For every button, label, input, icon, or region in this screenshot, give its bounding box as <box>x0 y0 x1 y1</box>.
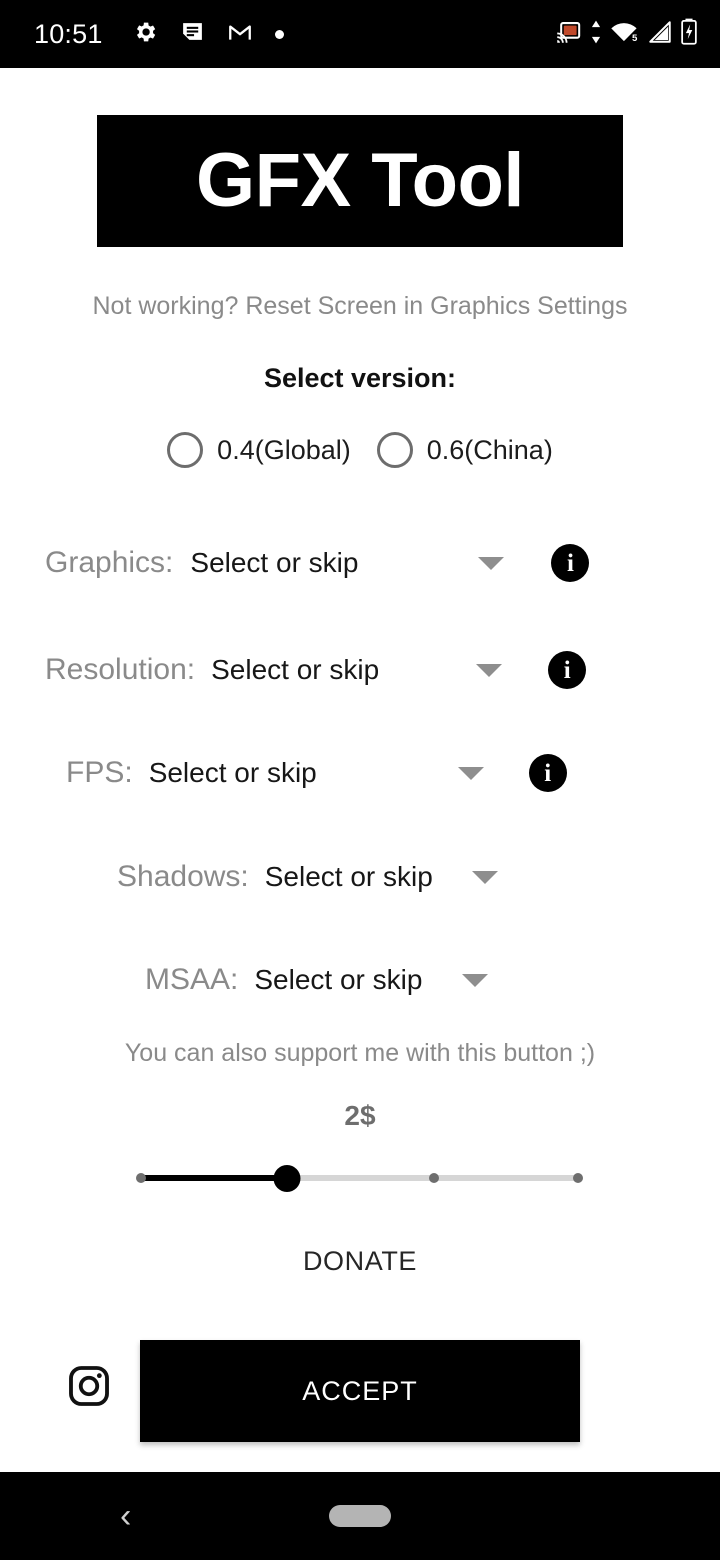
chevron-down-icon[interactable] <box>457 766 484 780</box>
version-radio-group: 0.4(Global) 0.6(China) <box>0 432 720 468</box>
chevron-down-icon[interactable] <box>462 973 489 987</box>
slider-track-fill <box>141 1175 287 1181</box>
gear-icon <box>132 19 158 50</box>
battery-charging-icon <box>680 18 698 50</box>
donate-amount-label: 2$ <box>344 1100 376 1131</box>
version-option-global[interactable]: 0.4(Global) <box>167 432 351 468</box>
gmail-icon <box>227 19 253 50</box>
signal-icon <box>647 19 673 50</box>
chevron-down-icon[interactable] <box>478 556 505 570</box>
setting-dropdown-graphics[interactable]: Select or skip <box>190 547 358 579</box>
info-icon-resolution[interactable]: i <box>548 651 587 689</box>
wifi-icon: 5 <box>610 19 640 50</box>
setting-row-shadows: Shadows: Select or skip <box>117 850 498 904</box>
back-icon[interactable]: ‹ <box>120 1499 131 1533</box>
setting-label-fps: FPS: <box>66 756 133 789</box>
setting-dropdown-msaa[interactable]: Select or skip <box>254 964 422 996</box>
info-icon-graphics[interactable]: i <box>551 544 590 582</box>
slider-tick[interactable] <box>573 1173 583 1183</box>
svg-text:5: 5 <box>632 33 638 44</box>
status-bar-clock: 10:51 <box>34 18 103 49</box>
status-bar-notification-icons <box>132 19 284 50</box>
slider-tick[interactable] <box>429 1173 439 1183</box>
slider-tick[interactable] <box>136 1173 146 1183</box>
android-nav-bar: ‹ <box>0 1472 720 1560</box>
instagram-icon[interactable] <box>66 1363 112 1409</box>
version-option-global-label: 0.4(Global) <box>217 434 351 465</box>
setting-row-fps: FPS: Select or skip i <box>66 746 567 800</box>
setting-dropdown-shadows[interactable]: Select or skip <box>265 861 433 893</box>
setting-label-resolution: Resolution: <box>45 653 196 686</box>
version-option-china[interactable]: 0.6(China) <box>376 432 553 468</box>
notes-icon <box>180 19 205 49</box>
app-logo-banner: GFX Tool <box>97 115 623 247</box>
chevron-down-icon[interactable] <box>471 870 498 884</box>
select-version-heading: Select version: <box>263 363 457 393</box>
donate-hint-text: You can also support me with this button… <box>124 1039 596 1067</box>
cast-icon <box>555 18 582 50</box>
version-option-china-label: 0.6(China) <box>426 434 553 465</box>
setting-label-graphics: Graphics: <box>45 546 174 579</box>
home-pill-icon[interactable] <box>329 1505 391 1527</box>
data-transfer-icon <box>589 19 603 50</box>
dot-icon <box>274 29 284 39</box>
donate-amount-slider[interactable] <box>136 1163 583 1193</box>
setting-dropdown-fps[interactable]: Select or skip <box>149 757 317 789</box>
reset-hint-text: Not working? Reset Screen in Graphics Se… <box>92 292 628 320</box>
setting-label-msaa: MSAA: <box>145 963 239 996</box>
radio-button-china[interactable] <box>376 432 413 468</box>
setting-row-resolution: Resolution: Select or skip i <box>45 643 587 697</box>
slider-thumb[interactable] <box>273 1165 301 1192</box>
radio-button-global[interactable] <box>167 432 204 468</box>
info-icon-fps[interactable]: i <box>528 754 567 792</box>
setting-row-msaa: MSAA: Select or skip <box>145 953 489 1007</box>
status-bar: 10:51 5 <box>0 0 720 68</box>
setting-label-shadows: Shadows: <box>117 860 249 893</box>
chevron-down-icon[interactable] <box>476 663 503 677</box>
setting-row-graphics: Graphics: Select or skip i <box>45 536 590 590</box>
app-screen: 10:51 5 GFX Tool Not working? Reset Scre… <box>0 0 720 1560</box>
setting-dropdown-resolution[interactable]: Select or skip <box>211 654 379 686</box>
accept-button[interactable]: ACCEPT <box>140 1340 580 1442</box>
status-bar-system-icons: 5 <box>555 18 698 50</box>
donate-button[interactable]: DONATE <box>0 1246 720 1277</box>
app-logo-text: GFX Tool <box>195 138 525 223</box>
